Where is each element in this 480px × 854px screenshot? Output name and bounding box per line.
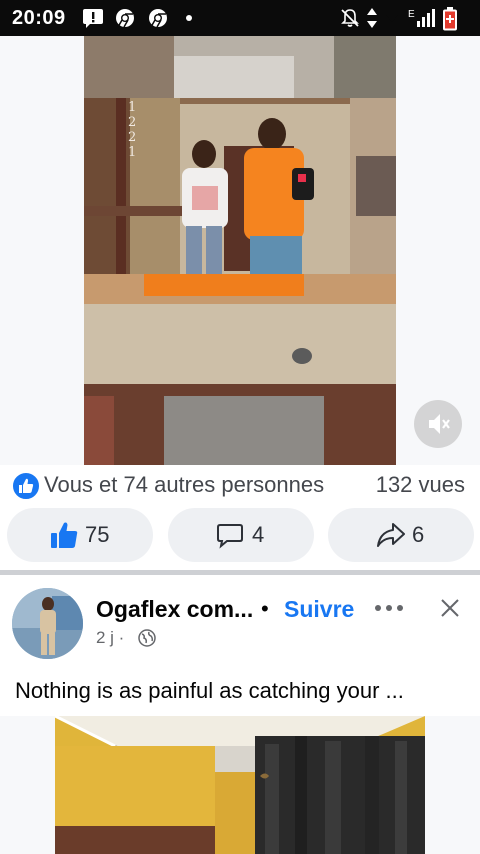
post-time: 2 j ·	[96, 628, 125, 647]
thumbs-up-icon	[51, 522, 78, 548]
comment-icon	[217, 524, 243, 549]
post-image[interactable]	[55, 716, 425, 854]
dot-icon	[186, 15, 192, 21]
post-text[interactable]: Nothing is as painful as catching your .…	[15, 678, 475, 704]
status-bar: 20:09 E	[0, 0, 480, 36]
mute-bell-icon	[341, 9, 359, 27]
status-time: 20:09	[12, 7, 66, 29]
views-count: 132 vues	[375, 472, 465, 497]
post-media[interactable]	[0, 716, 480, 854]
comment-count: 4	[252, 522, 265, 547]
author-name[interactable]: Ogaflex com...	[96, 596, 253, 623]
share-icon	[377, 523, 405, 547]
reactions-text[interactable]: Vous et 74 autres personnes	[44, 472, 324, 498]
mute-toggle-button[interactable]	[414, 400, 462, 448]
post-photo	[55, 716, 425, 854]
avatar[interactable]	[12, 588, 83, 659]
reactions-summary[interactable]: Vous et 74 autres personnes 132 vues	[0, 465, 480, 505]
signal-icon	[417, 9, 435, 27]
post-divider	[0, 570, 480, 575]
globe-icon	[138, 629, 156, 647]
chrome-icon	[149, 9, 167, 28]
data-arrows-icon	[367, 8, 377, 28]
video-player[interactable]: 1221	[84, 36, 396, 465]
like-button[interactable]: 75	[7, 508, 153, 562]
follow-button[interactable]: Suivre	[284, 596, 354, 623]
wifi-icon	[380, 13, 398, 27]
chrome-icon	[116, 9, 134, 28]
close-icon[interactable]	[440, 598, 460, 618]
video-post-media[interactable]: 1221	[0, 36, 480, 465]
separator-dot: •	[261, 596, 269, 621]
share-count: 6	[412, 522, 425, 547]
network-type-label: E	[408, 9, 415, 20]
house-number: 1221	[128, 100, 137, 160]
like-reaction-icon	[12, 472, 40, 500]
speaker-muted-icon	[429, 414, 450, 434]
system-icons: E	[340, 7, 470, 31]
comment-button[interactable]: 4	[168, 508, 314, 562]
more-options-icon[interactable]	[374, 603, 404, 613]
share-button[interactable]: 6	[328, 508, 474, 562]
alert-icon	[83, 9, 103, 28]
battery-low-icon	[443, 7, 457, 31]
post-action-bar: 75 4 6	[0, 508, 480, 564]
like-count: 75	[85, 522, 110, 547]
post-header: Ogaflex com... • Suivre 2 j ·	[0, 576, 480, 662]
